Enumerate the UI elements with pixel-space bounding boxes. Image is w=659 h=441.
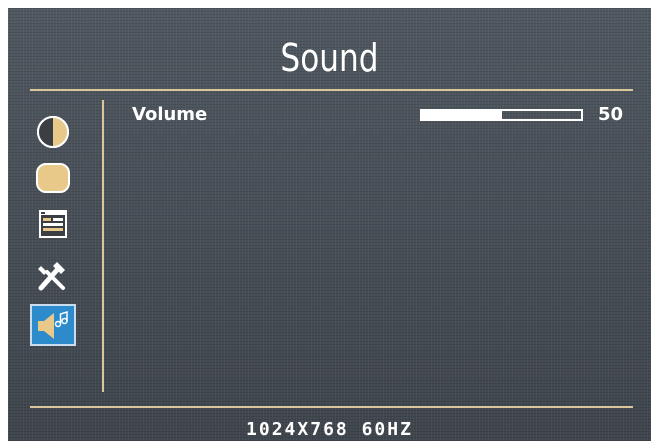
volume-slider-fill bbox=[422, 111, 502, 119]
resolution-readout: 1024X768 60HZ bbox=[246, 419, 413, 440]
screen-shape-icon-graphic bbox=[36, 163, 70, 193]
contrast-icon[interactable] bbox=[32, 113, 74, 151]
menu-title: Sound bbox=[280, 36, 379, 80]
title-divider bbox=[30, 89, 633, 91]
screen-shape-icon[interactable] bbox=[32, 159, 74, 197]
sound-icon[interactable] bbox=[30, 304, 76, 346]
volume-slider[interactable] bbox=[420, 109, 583, 121]
sound-icon-graphic bbox=[38, 310, 68, 339]
window-settings-icon-graphic bbox=[39, 210, 67, 238]
contrast-icon-graphic bbox=[37, 116, 69, 148]
volume-label: Volume bbox=[132, 104, 208, 125]
sidebar-divider bbox=[102, 100, 104, 392]
tools-icon[interactable] bbox=[32, 258, 74, 296]
volume-value: 50 bbox=[598, 104, 624, 125]
osd-menu: Sound Volume 50 1024X768 60HZ bbox=[8, 8, 651, 441]
tools-icon-graphic bbox=[38, 262, 65, 291]
window-settings-icon[interactable] bbox=[32, 205, 74, 243]
footer-divider bbox=[30, 406, 633, 408]
